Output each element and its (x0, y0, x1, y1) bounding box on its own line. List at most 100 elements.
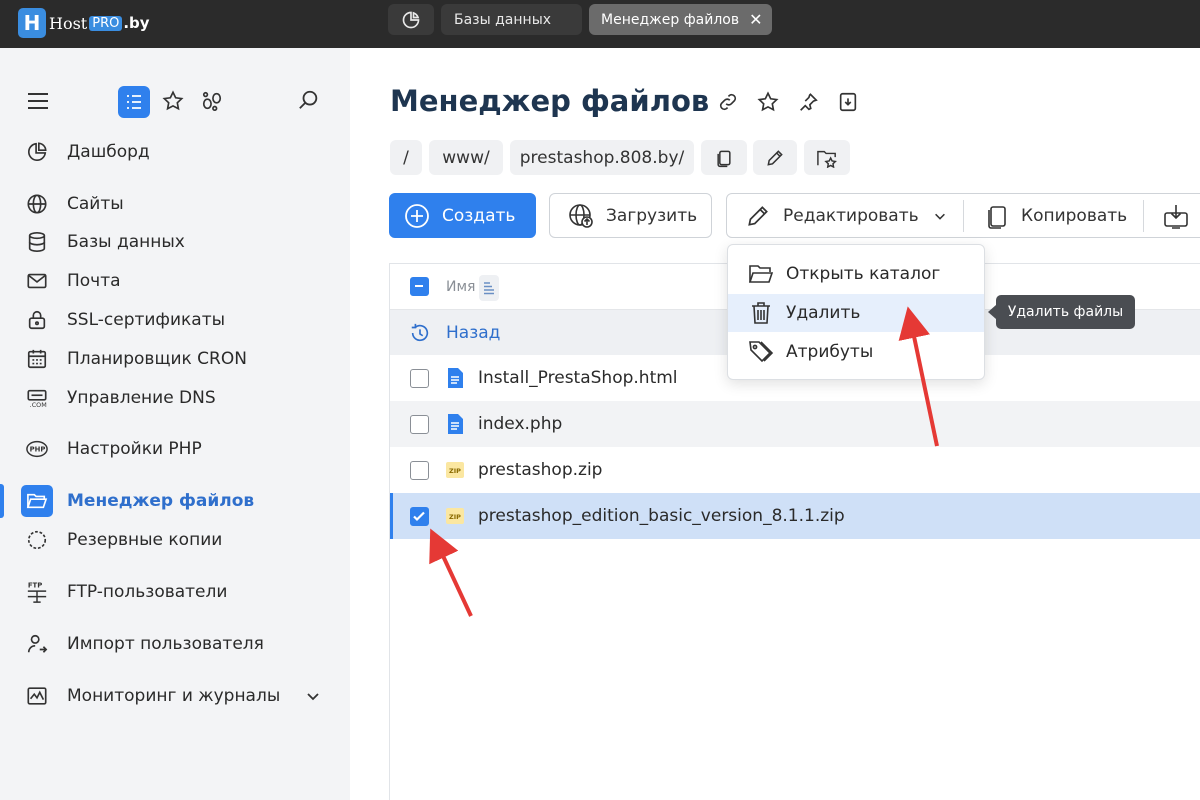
hostpro-logo[interactable]: H Host PRO .by (18, 6, 150, 40)
select-all-checkbox[interactable] (410, 277, 429, 296)
list-view-button[interactable] (118, 86, 150, 118)
copy-button[interactable]: Копировать (985, 194, 1127, 237)
main-content: Менеджер файлов / www/ prestashop.808.by… (350, 48, 1200, 800)
sidebar-item-mail[interactable]: Почта (0, 266, 350, 296)
toolbar-divider (1143, 200, 1144, 232)
sidebar-item-php[interactable]: PHP Настройки PHP (0, 434, 350, 464)
dns-icon: .COM (26, 387, 48, 409)
menu-item-label: Удалить (786, 303, 861, 323)
ftp-icon: FTP (26, 581, 48, 603)
star-icon[interactable] (756, 90, 780, 114)
favorites-icon[interactable] (162, 90, 184, 112)
list-icon (127, 95, 141, 109)
pencil-icon (748, 205, 768, 226)
copy-path-button[interactable] (701, 140, 747, 175)
breadcrumb-www[interactable]: www/ (429, 140, 503, 175)
row-checkbox[interactable] (410, 460, 429, 480)
sidebar: Дашборд Сайты Базы данных Почта SSL-серт… (0, 48, 350, 800)
dashboard-icon (26, 141, 48, 163)
sidebar-item-label: Дашборд (67, 142, 150, 162)
copy-icon (988, 205, 1006, 229)
favorite-folder-button[interactable] (804, 140, 850, 175)
logo-by-text: .by (123, 14, 150, 32)
sidebar-item-label: SSL-сертификаты (67, 310, 226, 330)
chevron-down-icon (934, 213, 945, 220)
php-icon: PHP (26, 438, 48, 460)
search-icon[interactable] (298, 89, 320, 111)
edit-label: Редактировать (783, 205, 919, 226)
sidebar-item-label: FTP-пользователи (67, 582, 228, 602)
breadcrumb-label: / (403, 147, 409, 168)
sidebar-item-file-manager[interactable]: Менеджер файлов (0, 484, 350, 518)
file-name: index.php (478, 414, 563, 434)
sidebar-item-databases[interactable]: Базы данных (0, 227, 350, 257)
row-checkbox-checked[interactable] (410, 506, 429, 526)
upload-label: Загрузить (606, 205, 698, 226)
row-checkbox[interactable] (410, 414, 429, 434)
tab-file-manager[interactable]: Менеджер файлов ✕ (589, 4, 772, 35)
menu-icon[interactable] (27, 92, 49, 110)
link-icon[interactable] (716, 90, 740, 114)
folder-open-icon (747, 260, 775, 288)
download-icon (1164, 204, 1188, 229)
sidebar-toolbar (0, 86, 350, 118)
tab-dashboard[interactable] (388, 4, 434, 35)
breadcrumb-site[interactable]: prestashop.808.by/ (510, 140, 694, 175)
lock-icon (26, 309, 48, 331)
column-header-name[interactable]: Имя (446, 279, 475, 295)
zip-file-icon: ZIP (444, 505, 466, 527)
breadcrumb-root[interactable]: / (390, 140, 422, 175)
sidebar-item-monitoring[interactable]: Мониторинг и журналы (0, 681, 350, 711)
sidebar-item-ssl[interactable]: SSL-сертификаты (0, 305, 350, 335)
sidebar-item-label: Почта (67, 271, 121, 291)
document-file-icon (444, 367, 466, 389)
svg-text:FTP: FTP (28, 581, 42, 589)
save-icon[interactable] (836, 90, 860, 114)
svg-text:.COM: .COM (30, 401, 47, 409)
sidebar-item-dns[interactable]: .COM Управление DNS (0, 383, 350, 413)
download-button[interactable] (1163, 194, 1189, 237)
paw-icon[interactable] (201, 90, 223, 112)
toolbar-divider (963, 200, 964, 232)
create-button[interactable]: Создать (389, 193, 536, 238)
backup-icon (26, 529, 48, 551)
pin-icon[interactable] (796, 90, 820, 114)
tab-databases[interactable]: Базы данных (441, 4, 582, 35)
sidebar-item-cron[interactable]: Планировщик CRON (0, 344, 350, 374)
database-icon (26, 231, 48, 253)
menu-item-label: Открыть каталог (786, 264, 941, 284)
active-indicator (0, 484, 4, 518)
sidebar-item-label: Планировщик CRON (67, 349, 247, 369)
menu-item-label: Атрибуты (786, 342, 874, 362)
chevron-down-icon[interactable] (305, 688, 321, 704)
logo-mark-icon: H (18, 8, 46, 38)
sidebar-item-label: Управление DNS (67, 388, 216, 408)
sidebar-item-sites[interactable]: Сайты (0, 189, 350, 219)
tags-icon (747, 338, 775, 366)
sort-button[interactable] (479, 275, 499, 301)
menu-item-open-folder[interactable]: Открыть каталог (728, 255, 984, 293)
table-row[interactable]: ZIP prestashop.zip (390, 447, 1200, 493)
menu-item-attributes[interactable]: Атрибуты (728, 333, 984, 371)
sidebar-item-dashboard[interactable]: Дашборд (0, 137, 350, 167)
sidebar-item-label: Сайты (67, 194, 124, 214)
close-tab-icon[interactable]: ✕ (749, 10, 762, 29)
edit-dropdown-button[interactable]: Редактировать (745, 203, 947, 229)
sidebar-item-label: Резервные копии (67, 530, 223, 550)
pencil-icon (767, 149, 783, 166)
tab-databases-label: Базы данных (454, 11, 552, 28)
copy-icon (717, 150, 731, 167)
table-row[interactable]: index.php (390, 401, 1200, 447)
menu-item-delete[interactable]: Удалить (728, 294, 984, 332)
sidebar-item-backups[interactable]: Резервные копии (0, 525, 350, 555)
sidebar-item-ftp[interactable]: FTP FTP-пользователи (0, 577, 350, 607)
mail-icon (26, 270, 48, 292)
upload-button[interactable]: Загрузить (549, 193, 712, 238)
sidebar-item-label: Менеджер файлов (67, 491, 255, 511)
sidebar-item-label: Настройки PHP (67, 439, 202, 459)
table-row-selected[interactable]: ZIP prestashop_edition_basic_version_8.1… (390, 493, 1200, 539)
globe-upload-icon (569, 203, 593, 228)
edit-path-button[interactable] (753, 140, 797, 175)
sidebar-item-user-import[interactable]: Импорт пользователя (0, 629, 350, 659)
row-checkbox[interactable] (410, 368, 429, 388)
